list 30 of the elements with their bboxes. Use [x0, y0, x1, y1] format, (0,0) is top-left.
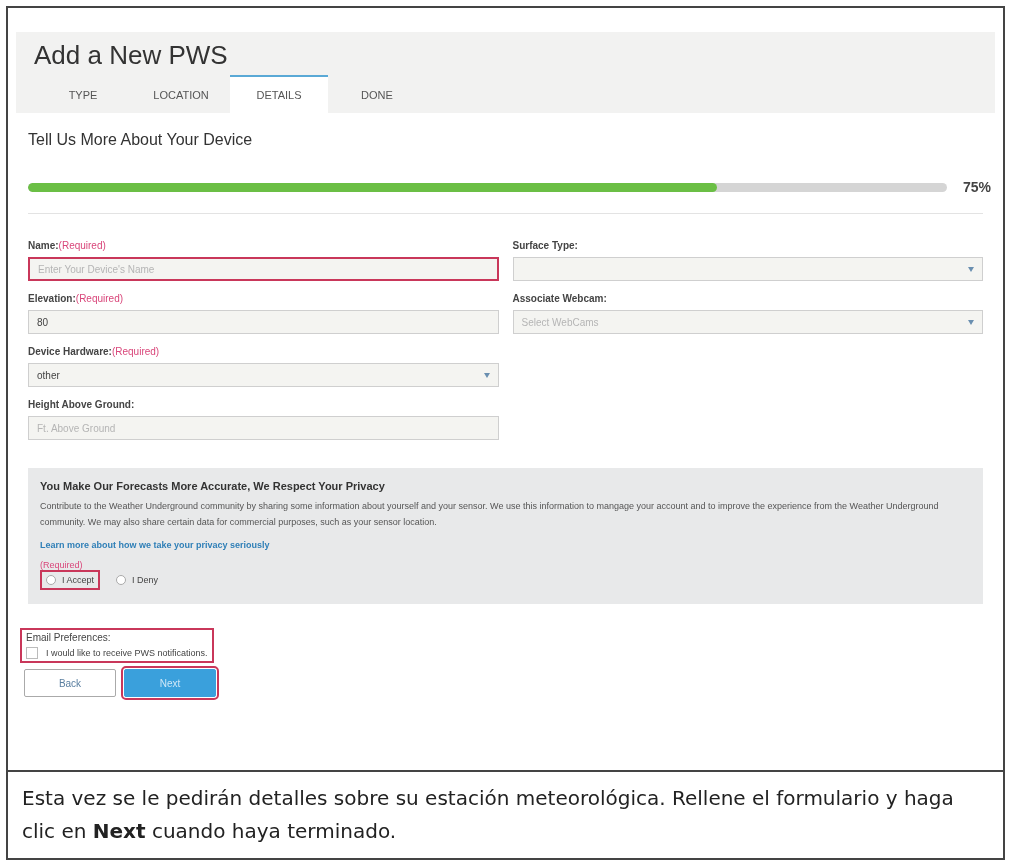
email-preferences-label: Email Preferences: — [26, 632, 112, 643]
progress-reading: 75% — [962, 179, 991, 195]
checkbox-label: I would like to receive PWS notifications. — [46, 648, 208, 658]
field-label: Name:(Required) — [28, 240, 107, 251]
field-label: Height Above Ground: — [28, 399, 136, 410]
field-label: Surface Type: — [512, 240, 579, 251]
section-title: Tell Us More About Your Device — [28, 131, 254, 149]
radio-option[interactable]: I Accept — [40, 570, 101, 590]
caption-text: Esta vez se le pedirán detalles sobre su estación meteorológica. Rellene el formulario y haga clic en Next cuando haya terminado. — [8, 770, 1003, 858]
field-label: Device Hardware:(Required) — [28, 346, 161, 357]
dropdown-caret-icon — [483, 372, 490, 378]
step-tab[interactable]: LOCATION — [132, 75, 230, 113]
radio-option[interactable]: I Deny — [110, 570, 165, 590]
field-label: Associate Webcam: — [512, 293, 608, 304]
privacy-title: You Make Our Forecasts More Accurate, We Respect Your Privacy — [40, 480, 386, 492]
step-tab[interactable]: DETAILS — [230, 75, 328, 113]
checkbox[interactable] — [26, 647, 38, 659]
input-field[interactable]: 80 — [28, 310, 499, 334]
field-label: Elevation:(Required) — [28, 293, 125, 304]
dropdown-caret-icon — [968, 319, 974, 325]
step-tab[interactable]: DONE — [328, 75, 426, 113]
back-button[interactable]: Back — [24, 669, 116, 697]
required-note: (Required) — [40, 560, 84, 570]
dropdown-caret-icon — [968, 266, 974, 272]
page-title: Add a New PWS — [33, 39, 229, 72]
step-tab[interactable]: TYPE — [34, 75, 132, 113]
dropdown[interactable]: other — [28, 363, 499, 387]
privacy-link[interactable]: Learn more about how we take your privacy seriously — [40, 540, 270, 550]
dropdown[interactable] — [512, 257, 983, 281]
privacy-text: Contribute to the Weather Underground community by sharing some information about yourself and your sensor. We use this information to mangage your account and to improve the experience from the Weather Underground community. We may also share certain data for commercial purposes, such as your sensor location. — [40, 500, 940, 529]
